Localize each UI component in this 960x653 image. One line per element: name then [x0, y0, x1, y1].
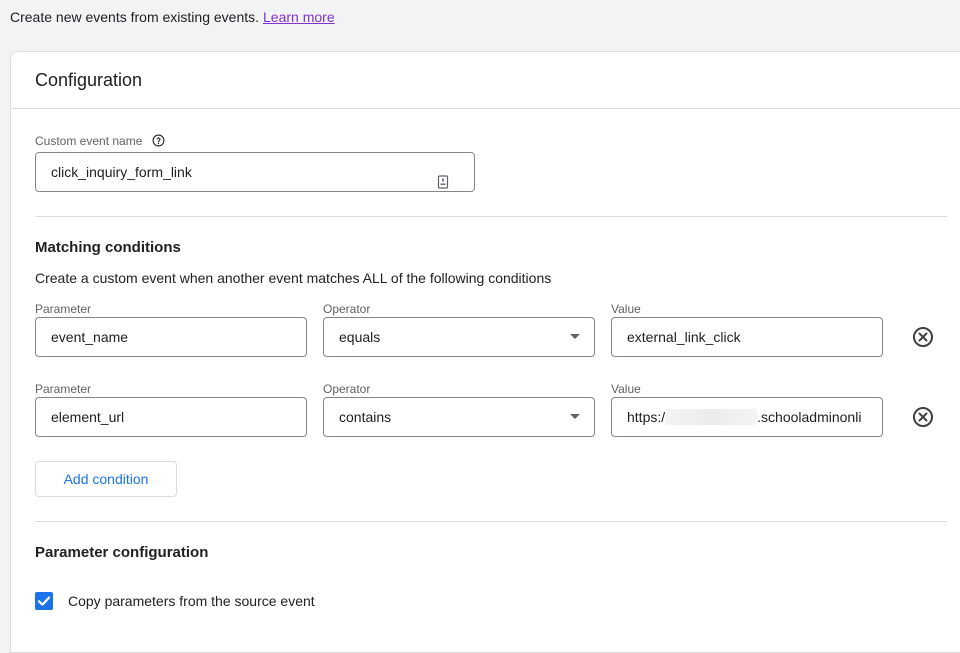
condition-1-operator-value: equals: [339, 329, 381, 345]
help-circle-icon[interactable]: [152, 134, 165, 150]
matching-conditions-title: Matching conditions: [35, 239, 181, 256]
condition-2-operator-value: contains: [339, 409, 392, 425]
section-divider-1: [35, 216, 947, 217]
parameter-label-2: Parameter: [35, 382, 92, 396]
copy-parameters-label[interactable]: Copy parameters from the source event: [68, 593, 315, 609]
learn-more-link[interactable]: Learn more: [263, 9, 335, 25]
custom-event-name-label: Custom event name: [35, 134, 165, 150]
intro-text: Create new events from existing events. L…: [10, 9, 335, 25]
add-condition-button[interactable]: Add condition: [35, 461, 177, 497]
check-icon: [37, 596, 51, 606]
redacted-region: [665, 409, 758, 425]
condition-2-value-input[interactable]: https:/ .schooladminonli: [611, 397, 883, 437]
value-label-2: Value: [611, 382, 641, 396]
condition-1-parameter-value: event_name: [51, 329, 129, 345]
operator-label: Operator: [323, 302, 371, 316]
parameter-label: Parameter: [35, 302, 92, 316]
intro-description: Create new events from existing events.: [10, 9, 260, 25]
card-title: Configuration: [35, 70, 143, 90]
condition-2-value-suffix: .schooladminonli: [757, 409, 862, 425]
remove-condition-1-icon[interactable]: [912, 326, 934, 348]
condition-2-parameter-value: element_url: [51, 409, 125, 425]
custom-event-name-value: click_inquiry_form_link: [51, 164, 192, 180]
dropdown-arrow-icon: [570, 334, 580, 339]
custom-event-name-label-text: Custom event name: [35, 134, 143, 148]
condition-2-value-prefix: https:/: [627, 409, 666, 425]
text-variable-icon[interactable]: [436, 165, 450, 189]
condition-1-value-input[interactable]: external_link_click: [611, 317, 883, 357]
condition-1-parameter-input[interactable]: event_name: [35, 317, 307, 357]
card-header-divider: [11, 108, 960, 109]
remove-condition-2-icon[interactable]: [912, 406, 934, 428]
copy-parameters-checkbox[interactable]: [35, 592, 53, 610]
parameter-configuration-title: Parameter configuration: [35, 544, 209, 561]
section-divider-2: [35, 521, 947, 522]
matching-conditions-description: Create a custom event when another event…: [35, 270, 552, 286]
condition-2-operator-select[interactable]: contains: [323, 397, 595, 437]
condition-2-parameter-input[interactable]: element_url: [35, 397, 307, 437]
dropdown-arrow-icon: [570, 414, 580, 419]
operator-label-2: Operator: [323, 382, 371, 396]
condition-1-operator-select[interactable]: equals: [323, 317, 595, 357]
custom-event-name-input[interactable]: click_inquiry_form_link: [35, 152, 475, 192]
value-label: Value: [611, 302, 641, 316]
configuration-card: Configuration Custom event name click_in…: [10, 51, 960, 653]
condition-1-value-text: external_link_click: [627, 329, 741, 345]
